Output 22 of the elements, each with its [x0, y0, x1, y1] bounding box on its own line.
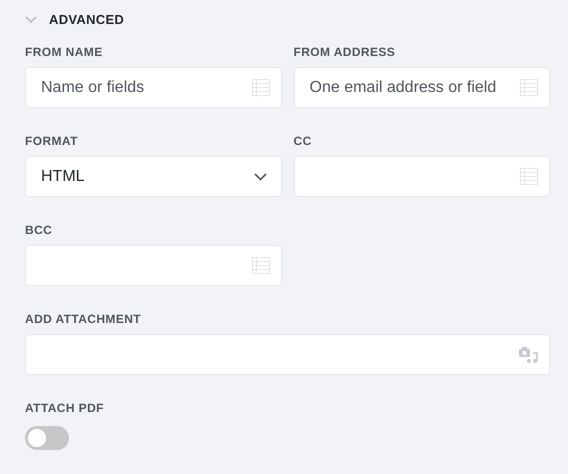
list-icon [520, 168, 538, 185]
field-label: ATTACH PDF [25, 400, 104, 416]
chevron-down-icon [254, 172, 266, 180]
field-label: CC [294, 133, 312, 149]
list-icon [520, 79, 538, 96]
list-icon [252, 79, 270, 96]
field-label: BCC [25, 222, 52, 238]
attachment-field[interactable] [25, 334, 550, 375]
media-icon [519, 346, 538, 363]
format-select[interactable]: HTML [25, 156, 282, 197]
input-field[interactable] [294, 156, 550, 197]
input-field[interactable]: Name or fields [25, 67, 282, 108]
input-field[interactable]: One email address or field [294, 67, 550, 108]
field-label: FORMAT [25, 133, 78, 149]
toggle-switch[interactable] [25, 426, 69, 450]
field-label: ADD ATTACHMENT [25, 311, 142, 327]
list-icon [252, 257, 270, 274]
chevron-down-icon[interactable] [25, 16, 37, 24]
field-label: FROM ADDRESS [294, 44, 396, 60]
field-label: FROM NAME [25, 44, 103, 60]
input-field[interactable] [25, 245, 282, 286]
section-title: ADVANCED [49, 11, 124, 30]
